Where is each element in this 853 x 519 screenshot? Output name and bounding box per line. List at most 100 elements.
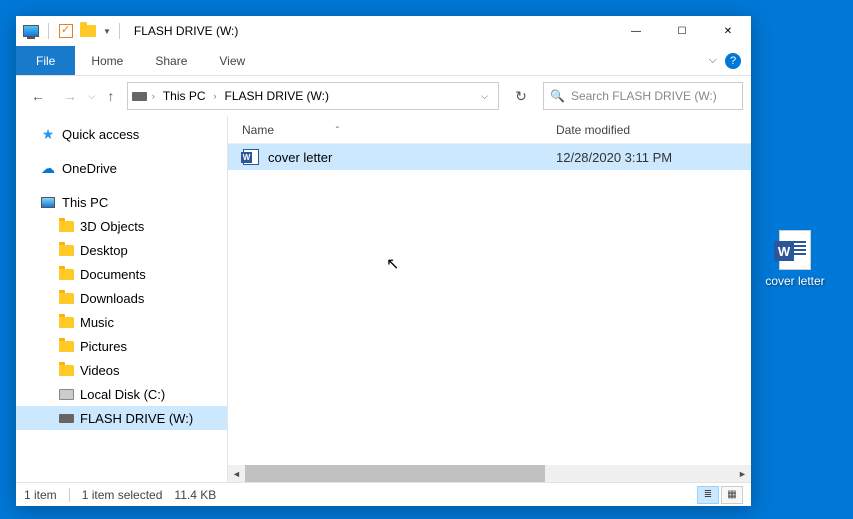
star-icon: ★ [40,126,56,142]
content-pane: Name ⌃ Date modified cover letter 12/28/2… [228,116,751,482]
ribbon-tabs: File Home Share View ⌵ ? [16,46,751,76]
cloud-icon: ☁ [40,160,56,176]
column-name[interactable]: Name ⌃ [228,123,548,137]
scroll-left-button[interactable]: ◄ [228,465,245,482]
explorer-body: ★ Quick access ☁ OneDrive This PC 3D Obj… [16,116,751,482]
status-selection-size: 11.4 KB [174,488,216,502]
qat-customize-chevron-icon[interactable]: ▼ [103,27,111,36]
up-button[interactable]: ↑ [99,88,123,104]
view-buttons: ≣ ▦ [697,486,743,504]
folder-icon [58,218,74,234]
quick-access-toolbar: ▼ [16,22,130,40]
recent-locations-chevron-icon[interactable]: ⌵ [88,91,95,102]
tree-pictures[interactable]: Pictures [16,334,227,358]
word-document-icon [779,230,811,270]
scroll-thumb[interactable] [245,465,545,482]
file-name: cover letter [268,150,556,165]
new-folder-icon[interactable] [79,22,97,40]
window-title: FLASH DRIVE (W:) [134,24,238,38]
disk-icon [58,386,74,402]
drive-icon [132,88,148,104]
scroll-track[interactable] [245,465,734,482]
separator [69,488,70,502]
tree-flash-drive[interactable]: FLASH DRIVE (W:) [16,406,227,430]
window-controls: — ☐ ✕ [613,16,751,46]
word-document-icon [242,148,260,166]
desktop-file-cover-letter[interactable]: cover letter [757,230,833,288]
file-explorer-window: ▼ FLASH DRIVE (W:) — ☐ ✕ File Home Share… [16,16,751,506]
maximize-button[interactable]: ☐ [659,16,705,46]
chevron-right-icon[interactable]: › [212,91,219,101]
tree-label: Quick access [62,127,139,142]
status-item-count: 1 item [24,488,57,502]
minimize-button[interactable]: — [613,16,659,46]
close-button[interactable]: ✕ [705,16,751,46]
folder-icon [58,242,74,258]
tab-share[interactable]: Share [139,46,203,75]
usb-drive-icon [58,410,74,426]
navigation-pane[interactable]: ★ Quick access ☁ OneDrive This PC 3D Obj… [16,116,228,482]
tree-label: Local Disk (C:) [80,387,165,402]
properties-checkbox-icon[interactable] [57,22,75,40]
folder-icon [58,338,74,354]
status-bar: 1 item 1 item selected 11.4 KB ≣ ▦ [16,482,751,506]
tree-label: Videos [80,363,120,378]
column-date-modified[interactable]: Date modified [548,123,751,137]
search-icon: 🔍 [550,89,565,103]
ribbon-collapse-chevron-icon[interactable]: ⌵ [709,54,717,67]
tree-desktop[interactable]: Desktop [16,238,227,262]
separator [119,23,120,39]
navigation-bar: ← → ⌵ ↑ › This PC › FLASH DRIVE (W:) ⌵ ↻… [16,76,751,116]
address-dropdown-chevron-icon[interactable]: ⌵ [475,91,494,102]
folder-icon [58,266,74,282]
search-placeholder: Search FLASH DRIVE (W:) [571,89,736,103]
pc-icon[interactable] [22,22,40,40]
help-icon[interactable]: ? [725,53,741,69]
tree-3d-objects[interactable]: 3D Objects [16,214,227,238]
tree-label: Documents [80,267,146,282]
separator [48,23,49,39]
desktop-file-label: cover letter [765,274,824,288]
tree-documents[interactable]: Documents [16,262,227,286]
folder-icon [58,314,74,330]
tree-videos[interactable]: Videos [16,358,227,382]
back-button[interactable]: ← [24,82,52,110]
tab-home[interactable]: Home [75,46,139,75]
file-row[interactable]: cover letter 12/28/2020 3:11 PM [228,144,751,170]
tree-label: Downloads [80,291,144,306]
tab-view[interactable]: View [203,46,261,75]
folder-icon [58,362,74,378]
column-headers: Name ⌃ Date modified [228,116,751,144]
breadcrumb-flash-drive[interactable]: FLASH DRIVE (W:) [221,89,333,103]
tree-quick-access[interactable]: ★ Quick access [16,122,227,146]
refresh-button[interactable]: ↻ [507,82,535,110]
tree-this-pc[interactable]: This PC [16,190,227,214]
search-box[interactable]: 🔍 Search FLASH DRIVE (W:) [543,82,743,110]
column-name-label: Name [242,123,274,137]
file-list[interactable]: cover letter 12/28/2020 3:11 PM [228,144,751,465]
tree-label: 3D Objects [80,219,144,234]
tree-onedrive[interactable]: ☁ OneDrive [16,156,227,180]
sort-indicator-icon: ⌃ [334,125,341,134]
tab-file[interactable]: File [16,46,75,75]
titlebar[interactable]: ▼ FLASH DRIVE (W:) — ☐ ✕ [16,16,751,46]
forward-button[interactable]: → [56,82,84,110]
tree-label: FLASH DRIVE (W:) [80,411,193,426]
tree-label: Music [80,315,114,330]
status-selection-count: 1 item selected [82,488,163,502]
tree-label: Desktop [80,243,128,258]
details-view-button[interactable]: ≣ [697,486,719,504]
file-date: 12/28/2020 3:11 PM [556,150,751,165]
folder-icon [58,290,74,306]
tree-music[interactable]: Music [16,310,227,334]
tree-label: This PC [62,195,108,210]
chevron-right-icon[interactable]: › [150,91,157,101]
thumbnails-view-button[interactable]: ▦ [721,486,743,504]
tree-local-disk[interactable]: Local Disk (C:) [16,382,227,406]
tree-label: OneDrive [62,161,117,176]
horizontal-scrollbar[interactable]: ◄ ► [228,465,751,482]
breadcrumb-this-pc[interactable]: This PC [159,89,210,103]
tree-downloads[interactable]: Downloads [16,286,227,310]
address-bar[interactable]: › This PC › FLASH DRIVE (W:) ⌵ [127,82,499,110]
scroll-right-button[interactable]: ► [734,465,751,482]
